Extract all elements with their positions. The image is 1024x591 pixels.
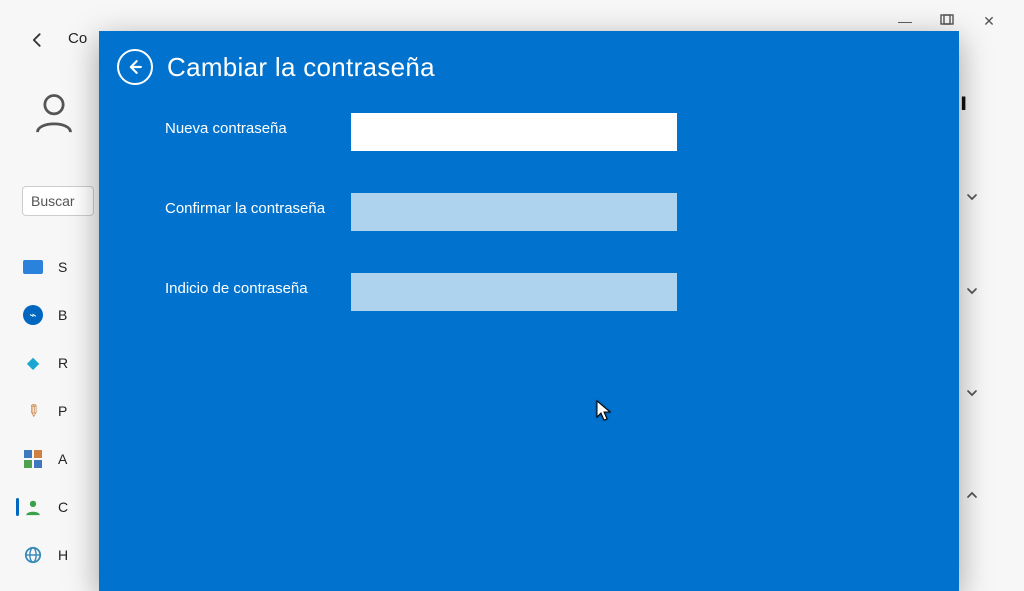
back-arrow-icon[interactable] [28,30,48,56]
sidebar-item-network[interactable]: ◆ R [22,352,98,374]
maximize-button[interactable] [940,14,954,28]
close-button[interactable]: ✕ [982,14,996,28]
sidebar-item-label: H [58,547,68,563]
sidebar-item-label: B [58,307,67,323]
sidebar-item-personalization[interactable]: ✎ P [22,400,98,422]
new-password-label: Nueva contraseña [165,113,351,139]
search-input[interactable]: Buscar [22,186,94,216]
bluetooth-icon: ⌁ [22,304,44,326]
sidebar-item-bluetooth[interactable]: ⌁ B [22,304,98,326]
page-title-fragment: ı [960,86,992,117]
monitor-icon [22,256,44,278]
user-avatar-icon [32,90,76,139]
confirm-password-label: Confirmar la contraseña [165,193,351,219]
sidebar-item-apps[interactable]: A [22,448,98,470]
change-password-dialog: Cambiar la contraseña Nueva contraseña C… [99,31,959,591]
wifi-icon: ◆ [22,352,44,374]
search-placeholder: Buscar [31,193,75,209]
sidebar-item-accounts[interactable]: C [22,496,98,518]
sidebar-item-system[interactable]: S [22,256,98,278]
minimize-button[interactable]: ― [898,14,912,28]
new-password-input[interactable] [351,113,677,151]
password-hint-input[interactable] [351,273,677,311]
sidebar-nav: S ⌁ B ◆ R ✎ P A C H [22,256,98,566]
confirm-password-input[interactable] [351,193,677,231]
sidebar-item-label: P [58,403,67,419]
globe-icon [22,544,44,566]
brush-icon: ✎ [17,395,48,426]
apps-icon [22,448,44,470]
password-hint-label: Indicio de contraseña [165,273,351,299]
sidebar-item-time-language[interactable]: H [22,544,98,566]
breadcrumb: Co [68,30,87,47]
page-header-fragment: ı [960,86,992,117]
dialog-back-button[interactable] [117,49,153,85]
password-form: Nueva contraseña Confirmar la contraseña… [99,95,959,311]
sidebar-item-label: A [58,451,67,467]
dialog-title: Cambiar la contraseña [167,52,435,83]
sidebar-item-label: C [58,499,68,515]
person-icon [22,496,44,518]
sidebar-item-label: R [58,355,68,371]
sidebar-item-label: S [58,259,67,275]
